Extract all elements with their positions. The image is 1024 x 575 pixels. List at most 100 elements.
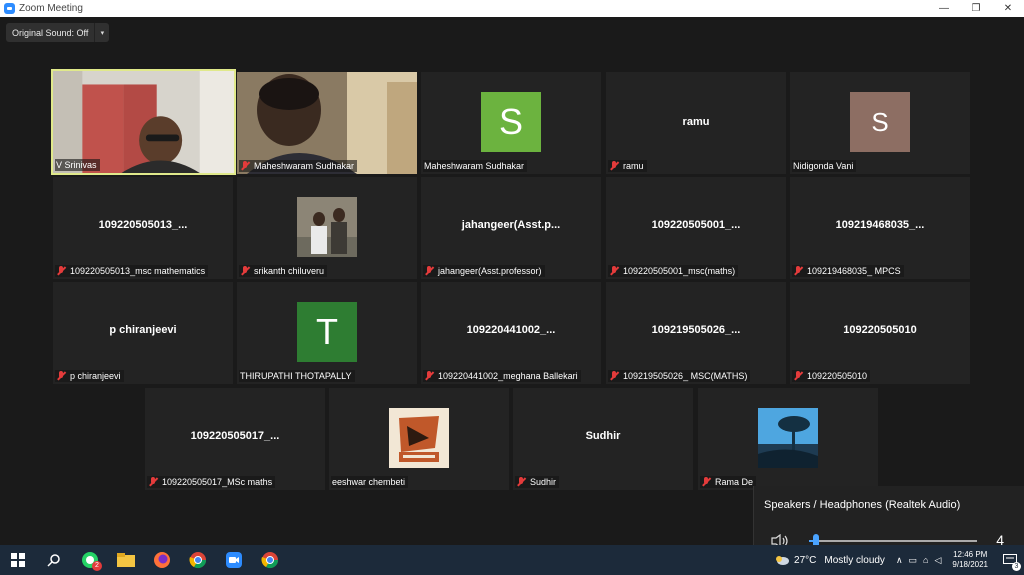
muted-mic-icon <box>609 371 619 381</box>
participant-tile[interactable]: 109219505026_... 109219505026_ MSC(MATHS… <box>606 282 786 384</box>
participant-tile[interactable]: S Maheshwaram Sudhakar <box>421 72 601 174</box>
participant-tile[interactable]: ramu ramu <box>606 72 786 174</box>
participant-tile[interactable]: Sudhir Sudhir <box>513 388 693 490</box>
muted-mic-icon <box>56 266 66 276</box>
participant-tile[interactable]: 109219468035_... 109219468035_ MPCS <box>790 177 970 279</box>
participant-name: 109220441002_meghana Ballekari <box>438 371 578 381</box>
participant-display-name: 109220441002_... <box>466 324 556 336</box>
clock-date: 9/18/2021 <box>952 560 988 569</box>
participant-display-name: Sudhir <box>585 430 621 442</box>
participant-name-bar: jahangeer(Asst.professor) <box>423 265 545 277</box>
participant-tile[interactable]: 109220505017_... 109220505017_MSc maths <box>145 388 325 490</box>
close-button[interactable]: ✕ <box>992 0 1024 17</box>
chrome-icon[interactable] <box>180 545 216 575</box>
muted-mic-icon <box>240 266 250 276</box>
participant-display-name: ramu <box>682 116 710 128</box>
volume-icon[interactable]: ◁ <box>934 555 941 566</box>
chrome-icon[interactable] <box>252 545 288 575</box>
weather-temperature: 27°C <box>794 554 817 566</box>
participant-name-bar: THIRUPATHI THOTAPALLY <box>239 370 355 382</box>
participant-tile[interactable]: 109220441002_... 109220441002_meghana Ba… <box>421 282 601 384</box>
participant-photo <box>297 197 357 257</box>
participant-name-bar: ramu <box>608 160 647 172</box>
participant-video <box>237 72 417 174</box>
muted-mic-icon <box>609 161 619 171</box>
participant-tile[interactable]: Rama De <box>698 388 878 490</box>
participant-tile[interactable]: Maheshwaram Sudhakar <box>237 72 417 174</box>
participant-name-bar: 109220505001_msc(maths) <box>608 265 739 277</box>
cloud-icon <box>776 556 790 565</box>
participant-display-name: 109219468035_... <box>835 219 925 231</box>
muted-mic-icon <box>424 371 434 381</box>
participant-tile[interactable]: V Srinivas <box>51 69 236 175</box>
window-title: Zoom Meeting <box>19 3 83 14</box>
muted-mic-icon <box>424 266 434 276</box>
participant-name-bar: eeshwar chembeti <box>331 476 409 488</box>
participant-name: 109219505026_ MSC(MATHS) <box>623 371 748 381</box>
firefox-icon[interactable] <box>144 545 180 575</box>
participant-name: 109220505017_MSc maths <box>162 477 273 487</box>
system-clock[interactable]: 12:46 PM 9/18/2021 <box>952 550 988 570</box>
participant-name-bar: 109220505017_MSc maths <box>147 476 276 488</box>
participant-name-bar: V Srinivas <box>55 159 100 171</box>
muted-mic-icon <box>516 477 526 487</box>
participant-video <box>53 71 234 173</box>
zoom-icon[interactable] <box>216 545 252 575</box>
participant-name-bar: Rama De <box>700 476 757 488</box>
participant-name-bar: 109220505013_msc mathematics <box>55 265 209 277</box>
participant-display-name: 109219505026_... <box>651 324 741 336</box>
window-titlebar: Zoom Meeting — ❐ ✕ <box>0 0 1024 17</box>
participant-avatar: S <box>481 92 541 152</box>
muted-mic-icon <box>148 477 158 487</box>
participant-name: eeshwar chembeti <box>332 477 406 487</box>
participant-tile[interactable]: S Nidigonda Vani <box>790 72 970 174</box>
participant-display-name: 109220505010 <box>843 324 917 336</box>
participant-name: Sudhir <box>530 477 557 487</box>
participant-tile[interactable]: 109220505010 109220505010 <box>790 282 970 384</box>
participant-tile[interactable]: jahangeer(Asst.p... jahangeer(Asst.profe… <box>421 177 601 279</box>
participant-tile[interactable]: 109220505001_... 109220505001_msc(maths) <box>606 177 786 279</box>
network-icon[interactable]: ⌂ <box>923 555 928 565</box>
participant-display-name: 109220505017_... <box>190 430 280 442</box>
muted-mic-icon <box>56 371 66 381</box>
muted-mic-icon <box>793 371 803 381</box>
muted-mic-icon <box>240 161 250 171</box>
participant-tile[interactable]: p chiranjeevi p chiranjeevi <box>53 282 233 384</box>
notification-icon[interactable]: 3 <box>996 545 1024 575</box>
participant-tile[interactable]: 109220505013_... 109220505013_msc mathem… <box>53 177 233 279</box>
participant-photo <box>758 408 818 468</box>
participant-avatar: T <box>297 302 357 362</box>
whatsapp-icon[interactable]: 2 <box>72 545 108 575</box>
weather-widget[interactable]: 27°C Mostly cloudy <box>774 554 885 566</box>
participant-display-name: p chiranjeevi <box>109 324 177 336</box>
chevron-up-icon[interactable]: ∧ <box>896 555 903 566</box>
muted-mic-icon <box>793 266 803 276</box>
search-icon[interactable] <box>36 545 72 575</box>
muted-mic-icon <box>701 477 711 487</box>
participant-tile[interactable]: eeshwar chembeti <box>329 388 509 490</box>
meeting-gallery: Original Sound: Off ▾ V Srinivas Maheshw… <box>0 17 1024 562</box>
participant-name-bar: Nidigonda Vani <box>792 160 857 172</box>
windows-start-icon[interactable] <box>0 545 36 575</box>
clock-time: 12:46 PM <box>953 550 988 559</box>
laptop-icon[interactable]: ▭ <box>909 555 918 566</box>
participant-name: Maheshwaram Sudhakar <box>254 161 355 171</box>
participant-name: THIRUPATHI THOTAPALLY <box>240 371 352 381</box>
window-controls: — ❐ ✕ <box>928 0 1024 17</box>
participant-name-bar: 109219468035_ MPCS <box>792 265 904 277</box>
participant-display-name: 109220505001_... <box>651 219 741 231</box>
participant-name-bar: 109220505010 <box>792 370 871 382</box>
weather-condition: Mostly cloudy <box>824 554 885 566</box>
participant-name: ramu <box>623 161 644 171</box>
volume-slider-track[interactable] <box>809 540 977 542</box>
participant-name: V Srinivas <box>56 160 97 170</box>
restore-button[interactable]: ❐ <box>960 0 992 17</box>
original-sound-button[interactable]: Original Sound: Off ▾ <box>6 23 110 42</box>
participant-display-name: jahangeer(Asst.p... <box>461 219 561 231</box>
minimize-button[interactable]: — <box>928 0 960 17</box>
file-explorer-icon[interactable] <box>108 545 144 575</box>
participant-tile[interactable]: srikanth chiluveru <box>237 177 417 279</box>
chevron-down-icon[interactable]: ▾ <box>94 23 109 42</box>
participant-name: Maheshwaram Sudhakar <box>424 161 525 171</box>
participant-tile[interactable]: T THIRUPATHI THOTAPALLY <box>237 282 417 384</box>
